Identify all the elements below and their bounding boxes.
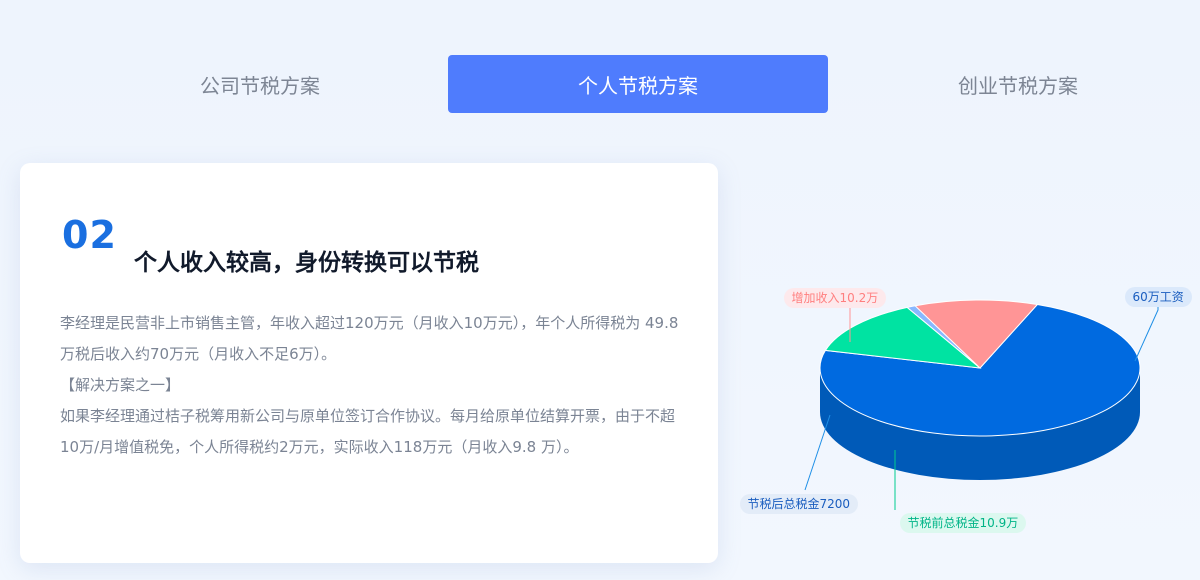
pie-leader-line-2 [804,414,831,491]
case-title: 个人收入较高，身份转换可以节税 [134,250,479,276]
pie-label-3: 增加收入10.2万 [783,288,887,308]
tab-personal-tax-plan[interactable]: 个人节税方案 [448,55,828,113]
tab-startup-tax-plan[interactable]: 创业节税方案 [828,55,1200,113]
case-paragraph-situation: 李经理是民营非上市销售主管，年收入超过120万元（月收入10万元），年个人所得税… [60,314,679,363]
case-card: 02 个人收入较高，身份转换可以节税 李经理是民营非上市销售主管，年收入超过12… [20,163,718,563]
case-description: 李经理是民营非上市销售主管，年收入超过120万元（月收入10万元），年个人所得税… [60,308,680,463]
pie-label-2: 节税后总税金7200 [739,494,859,514]
tab-bar: 公司节税方案 个人节税方案 创业节税方案 [70,55,1150,113]
income-pie-chart: 60万工资节税前总税金10.9万 节税后总税金7200 增加收入10.2万 [735,250,1200,550]
case-paragraph-solution: 如果李经理通过桔子税筹用新公司与原单位签订合作协议。每月给原单位结算开票，由于不… [60,407,676,456]
pie-label-1: 节税前总税金10.9万 [899,513,1027,533]
case-number: 02 [62,213,117,257]
tab-company-tax-plan[interactable]: 公司节税方案 [70,55,450,113]
pie-label-0: 60万工资 [1124,287,1192,307]
case-paragraph-heading: 【解决方案之一】 [60,376,181,394]
